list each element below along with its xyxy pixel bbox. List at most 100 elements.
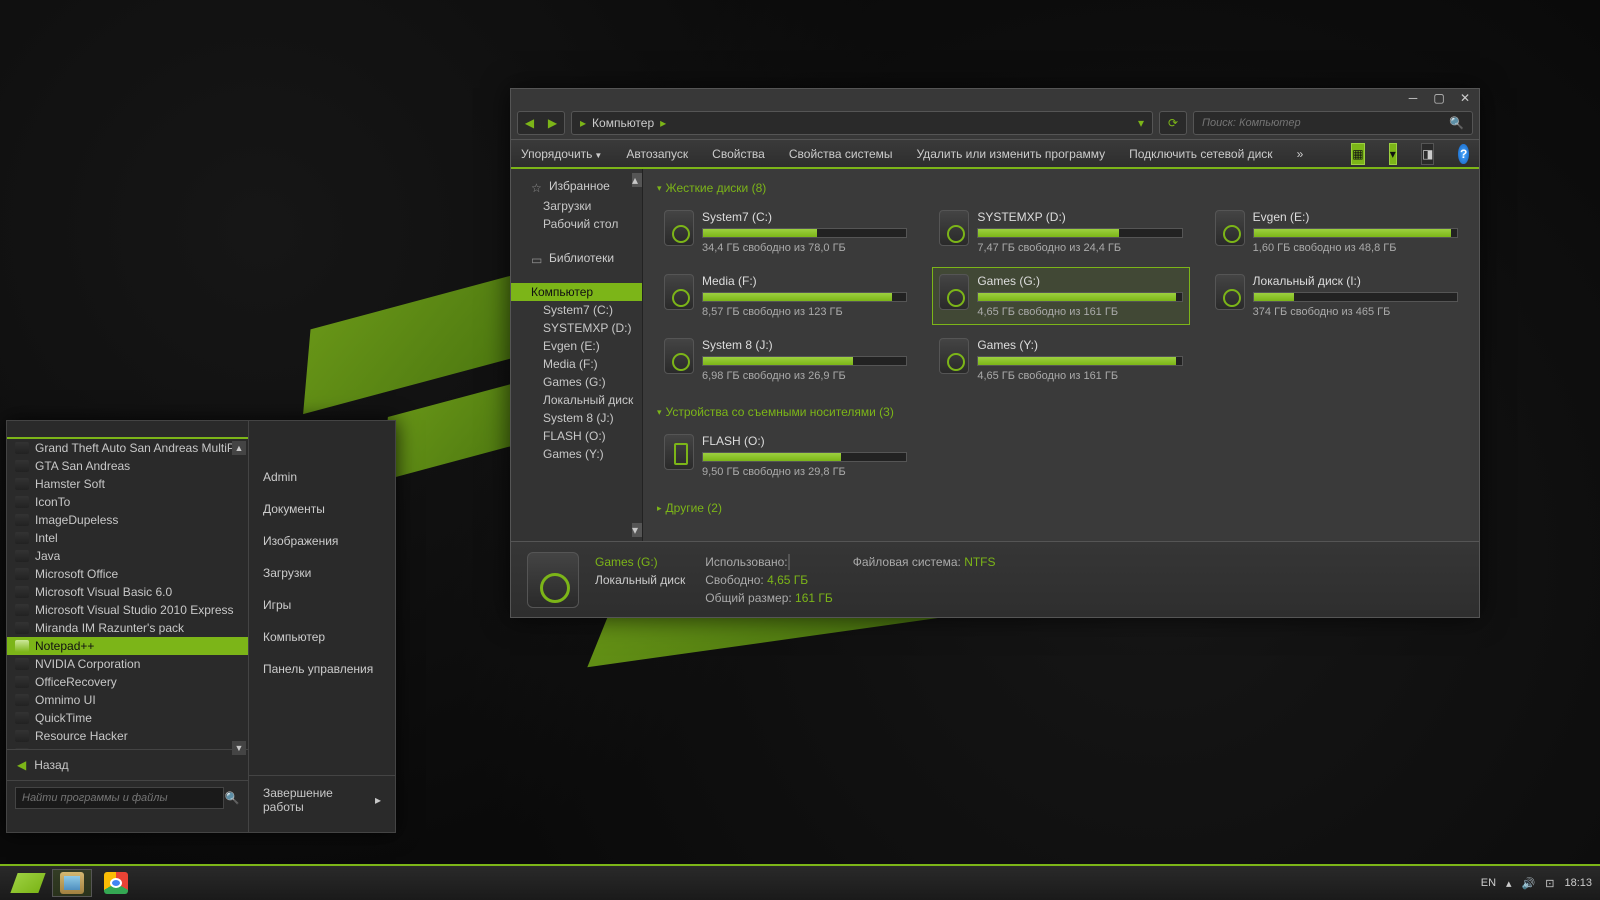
group-header-other[interactable]: ▸Другие (2) bbox=[657, 497, 1465, 523]
help-button[interactable]: ? bbox=[1458, 144, 1469, 164]
drive-item[interactable]: Games (G:)4,65 ГБ свободно из 161 ГБ bbox=[932, 267, 1189, 325]
sidebar-drive-item[interactable]: Games (G:) bbox=[511, 373, 642, 391]
sidebar-drive-item[interactable]: System 8 (J:) bbox=[511, 409, 642, 427]
view-button[interactable]: ▦ bbox=[1351, 143, 1364, 165]
group-header-removable[interactable]: ▾Устройства со съемными носителями (3) bbox=[657, 401, 1465, 427]
sidebar-drive-item[interactable]: Evgen (E:) bbox=[511, 337, 642, 355]
program-item[interactable]: NVIDIA Corporation bbox=[7, 655, 248, 673]
sidebar-drive-item[interactable]: Media (F:) bbox=[511, 355, 642, 373]
refresh-button[interactable]: ⟳ bbox=[1159, 111, 1187, 135]
taskbar-item-chrome[interactable] bbox=[96, 869, 136, 897]
start-search: 🔍 bbox=[7, 780, 248, 815]
program-item[interactable]: Java bbox=[7, 547, 248, 565]
start-right-item[interactable]: Загрузки bbox=[249, 557, 395, 589]
program-item[interactable]: Resource Hacker bbox=[7, 727, 248, 745]
chevron-down-icon: ▾ bbox=[657, 407, 662, 418]
drive-icon bbox=[1215, 210, 1245, 246]
network-icon[interactable]: ⊡ bbox=[1545, 877, 1554, 890]
search-input[interactable] bbox=[1202, 117, 1449, 129]
start-right-item[interactable]: Игры bbox=[249, 589, 395, 621]
forward-button[interactable]: ▶ bbox=[541, 112, 564, 134]
breadcrumb-item[interactable]: Компьютер bbox=[592, 116, 654, 130]
close-button[interactable]: ✕ bbox=[1457, 91, 1473, 105]
search-box[interactable]: 🔍 bbox=[1193, 111, 1473, 135]
drive-item[interactable]: Media (F:)8,57 ГБ свободно из 123 ГБ bbox=[657, 267, 914, 325]
program-item[interactable]: Omnimo UI bbox=[7, 691, 248, 709]
scroll-down-icon[interactable]: ▾ bbox=[632, 523, 642, 537]
drive-item[interactable]: FLASH (O:)9,50 ГБ свободно из 29,8 ГБ bbox=[657, 427, 914, 485]
program-item[interactable]: Microsoft Visual Studio 2010 Express bbox=[7, 601, 248, 619]
taskbar-item-explorer[interactable] bbox=[52, 869, 92, 897]
program-item[interactable]: Microsoft Visual Basic 6.0 bbox=[7, 583, 248, 601]
group-header-hdd[interactable]: ▾Жесткие диски (8) bbox=[657, 177, 1465, 203]
volume-icon[interactable]: 🔊 bbox=[1522, 877, 1536, 890]
program-item[interactable]: OfficeRecovery bbox=[7, 673, 248, 691]
sidebar-favorites[interactable]: ☆Избранное bbox=[511, 175, 642, 197]
program-item[interactable]: QuickTime bbox=[7, 709, 248, 727]
start-search-input[interactable] bbox=[15, 787, 224, 809]
drive-icon bbox=[939, 210, 969, 246]
sidebar-item-downloads[interactable]: Загрузки bbox=[511, 197, 642, 215]
clock[interactable]: 18:13 bbox=[1564, 877, 1592, 889]
drive-item[interactable]: System 8 (J:)6,98 ГБ свободно из 26,9 ГБ bbox=[657, 331, 914, 389]
program-item[interactable]: Notepad++ bbox=[7, 637, 248, 655]
start-button[interactable] bbox=[8, 869, 48, 897]
shutdown-button[interactable]: Завершение работы▸ bbox=[249, 775, 395, 824]
sidebar-computer[interactable]: Компьютер bbox=[511, 283, 642, 301]
back-button[interactable]: ◀ bbox=[518, 112, 541, 134]
toolbar-more[interactable]: » bbox=[1297, 147, 1304, 161]
sidebar-drive-item[interactable]: FLASH (O:) bbox=[511, 427, 642, 445]
search-icon[interactable]: 🔍 bbox=[1449, 116, 1464, 130]
drive-item[interactable]: SYSTEMXP (D:)7,47 ГБ свободно из 24,4 ГБ bbox=[932, 203, 1189, 261]
program-item[interactable]: ImageDupeless bbox=[7, 511, 248, 529]
scroll-up-icon[interactable]: ▴ bbox=[632, 173, 642, 187]
search-icon[interactable]: 🔍 bbox=[224, 787, 240, 809]
drive-name: Evgen (E:) bbox=[1253, 210, 1458, 224]
drive-icon bbox=[939, 338, 969, 374]
back-button[interactable]: ◀Назад bbox=[7, 749, 248, 780]
toolbar-autoplay[interactable]: Автозапуск bbox=[626, 147, 688, 161]
preview-pane-button[interactable]: ◨ bbox=[1421, 143, 1434, 165]
sidebar-drive-item[interactable]: Локальный диск bbox=[511, 391, 642, 409]
program-item[interactable]: Hamster Soft bbox=[7, 475, 248, 493]
program-item[interactable]: Intel bbox=[7, 529, 248, 547]
program-item[interactable]: Grand Theft Auto San Andreas MultiPlay bbox=[7, 439, 248, 457]
sidebar-drive-item[interactable]: SYSTEMXP (D:) bbox=[511, 319, 642, 337]
view-dropdown[interactable]: ▾ bbox=[1389, 143, 1397, 165]
toolbar-organize[interactable]: Упорядочить▼ bbox=[521, 147, 602, 161]
dropdown-icon[interactable]: ▾ bbox=[1138, 116, 1144, 130]
program-label: IconTo bbox=[35, 495, 70, 509]
tray-chevron-up-icon[interactable]: ▴ bbox=[1506, 877, 1512, 890]
sidebar-drive-item[interactable]: Games (Y:) bbox=[511, 445, 642, 463]
program-item[interactable]: Microsoft Office bbox=[7, 565, 248, 583]
sidebar-drive-item[interactable]: System7 (C:) bbox=[511, 301, 642, 319]
toolbar-map-drive[interactable]: Подключить сетевой диск bbox=[1129, 147, 1272, 161]
start-right-item[interactable]: Панель управления bbox=[249, 653, 395, 685]
program-item[interactable]: IconTo bbox=[7, 493, 248, 511]
drive-item[interactable]: Локальный диск (I:)374 ГБ свободно из 46… bbox=[1208, 267, 1465, 325]
drive-name: Media (F:) bbox=[702, 274, 907, 288]
maximize-button[interactable]: ▢ bbox=[1431, 91, 1447, 105]
program-item[interactable]: Miranda IM Razunter's pack bbox=[7, 619, 248, 637]
details-free-value: 4,65 ГБ bbox=[767, 573, 808, 587]
drive-item[interactable]: Evgen (E:)1,60 ГБ свободно из 48,8 ГБ bbox=[1208, 203, 1465, 261]
scroll-up-button[interactable]: ▲ bbox=[232, 441, 246, 455]
sidebar-item-desktop[interactable]: Рабочий стол bbox=[511, 215, 642, 233]
start-right-item[interactable]: Изображения bbox=[249, 525, 395, 557]
start-right-item[interactable]: Документы bbox=[249, 493, 395, 525]
drive-item[interactable]: Games (Y:)4,65 ГБ свободно из 161 ГБ bbox=[932, 331, 1189, 389]
drive-item[interactable]: System7 (C:)34,4 ГБ свободно из 78,0 ГБ bbox=[657, 203, 914, 261]
scroll-down-button[interactable]: ▼ bbox=[232, 741, 246, 755]
program-label: GTA San Andreas bbox=[35, 459, 130, 473]
toolbar-properties[interactable]: Свойства bbox=[712, 147, 765, 161]
address-bar[interactable]: ▸ Компьютер ▸ ▾ bbox=[571, 111, 1153, 135]
language-indicator[interactable]: EN bbox=[1481, 877, 1496, 889]
program-item[interactable]: GTA San Andreas bbox=[7, 457, 248, 475]
sidebar-libraries[interactable]: ▭Библиотеки bbox=[511, 247, 642, 269]
window-titlebar[interactable]: ─ ▢ ✕ bbox=[511, 89, 1479, 107]
start-right-item[interactable]: Компьютер bbox=[249, 621, 395, 653]
start-right-item[interactable]: Admin bbox=[249, 461, 395, 493]
minimize-button[interactable]: ─ bbox=[1405, 91, 1421, 105]
toolbar-uninstall[interactable]: Удалить или изменить программу bbox=[917, 147, 1106, 161]
toolbar-system-properties[interactable]: Свойства системы bbox=[789, 147, 893, 161]
